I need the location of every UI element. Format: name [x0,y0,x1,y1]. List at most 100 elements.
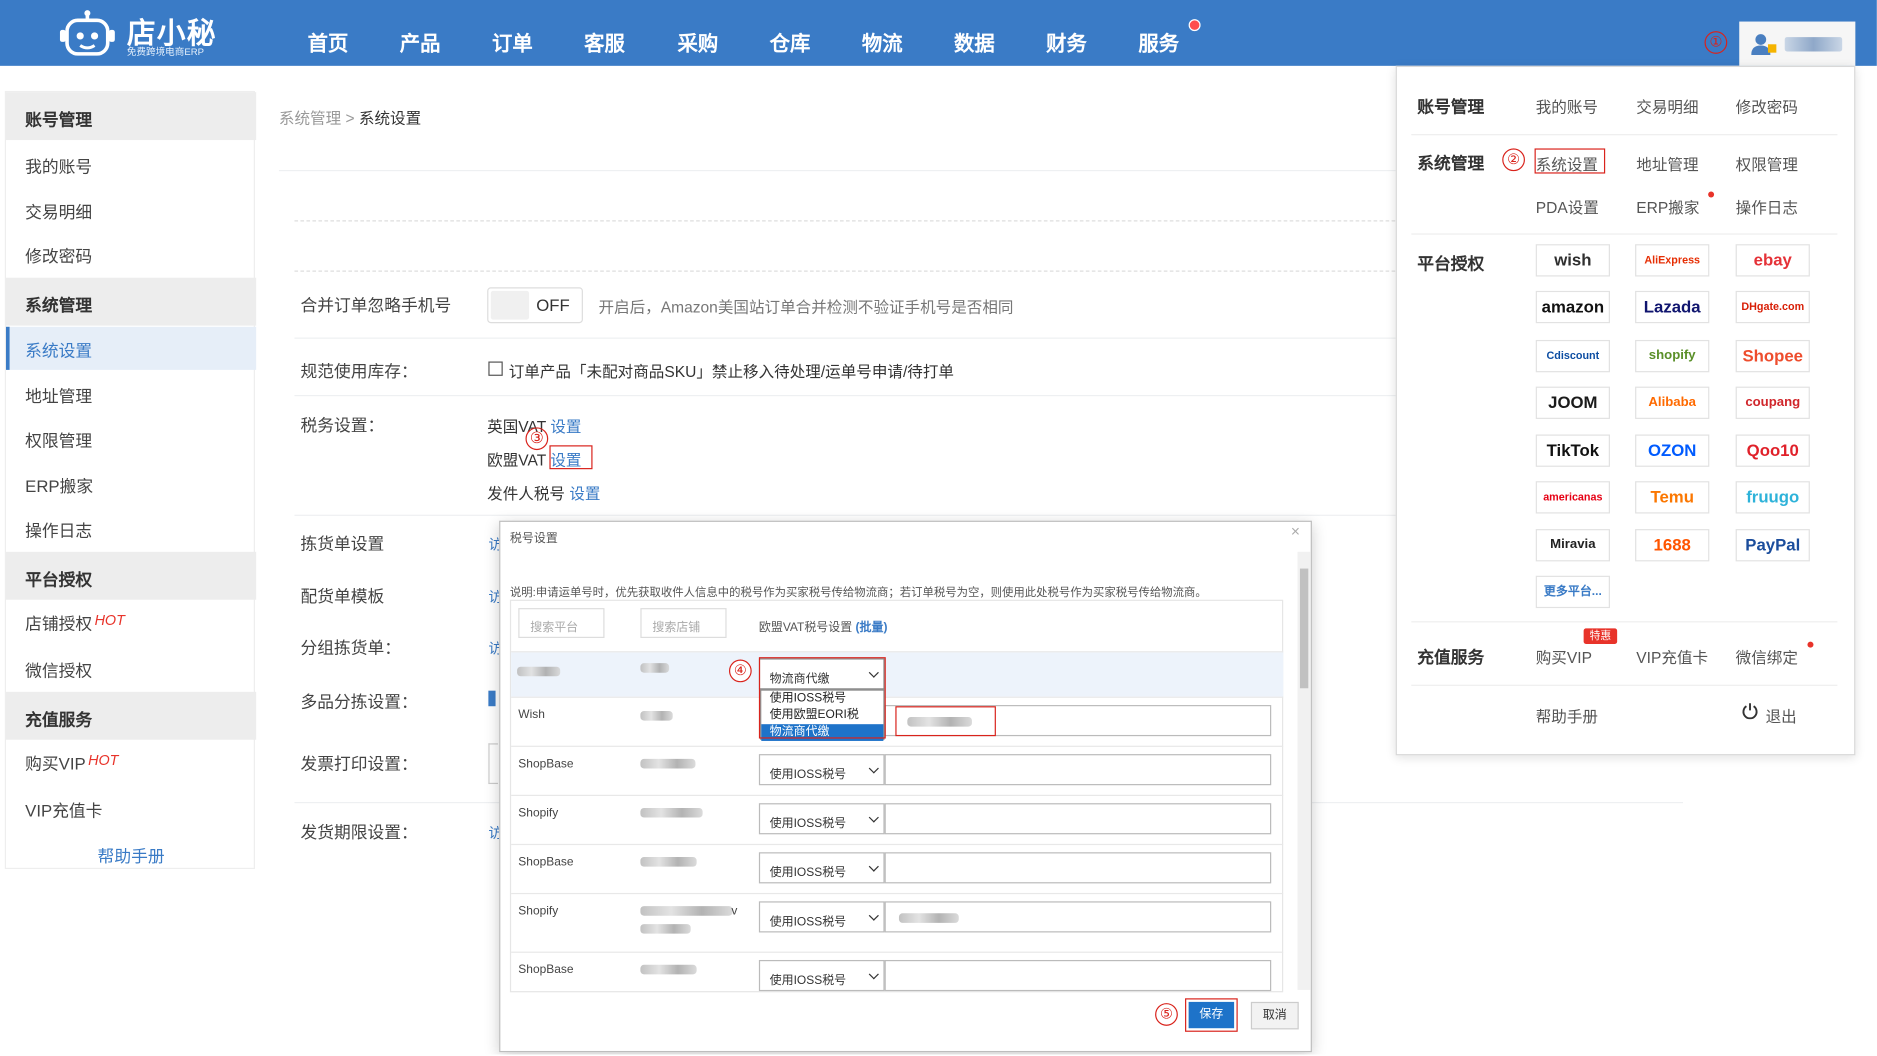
platform-dhgatecom-logo[interactable]: DHgate.com [1735,290,1810,324]
platform-tiktok-logo[interactable]: TikTok [1535,434,1610,467]
select-value: 使用IOSS税号 [769,915,847,929]
menu-erp-migration[interactable]: ERP搬家 [1636,195,1699,218]
platform-alibaba-logo[interactable]: Alibaba [1635,386,1710,419]
platform-fruugo-logo[interactable]: fruugo [1735,481,1810,514]
platform-paypal-logo[interactable]: PayPal [1735,529,1810,562]
redacted-store [640,857,697,867]
nav-data[interactable]: 数据 [954,26,995,56]
highlight-box [1534,148,1606,174]
platform-1688-logo[interactable]: 1688 [1635,529,1710,562]
sidebar-item-address[interactable]: 地址管理 [6,384,256,408]
sidebar-item-store-auth[interactable]: 店铺授权 HOT [6,612,256,636]
platform-temu-logo[interactable]: Temu [1635,481,1710,514]
more-platforms-link[interactable]: 更多平台... [1535,575,1610,609]
nav-purchasing[interactable]: 采购 [678,26,719,56]
stock-checkbox[interactable] [488,361,503,376]
menu-vip-card[interactable]: VIP充值卡 [1636,645,1708,668]
sender-tax-row: 发件人税号 设置 [487,481,600,504]
nav-customer-service[interactable]: 客服 [584,26,625,56]
platform-amazon-logo[interactable]: amazon [1535,290,1610,324]
redacted-store [640,924,691,934]
platform-lazada-logo[interactable]: Lazada [1635,290,1710,324]
user-menu-button[interactable] [1739,21,1856,66]
platform-coupang-logo[interactable]: coupang [1735,386,1810,419]
sender-tax-set-link[interactable]: 设置 [569,485,600,503]
uk-vat-set-link[interactable]: 设置 [550,418,581,436]
nav-services[interactable]: 服务 [1138,26,1179,56]
platform-qoo10-logo[interactable]: Qoo10 [1735,434,1810,467]
sidebar-item-change-password[interactable]: 修改密码 [6,244,256,268]
tax-number-input-row-4[interactable] [884,803,1272,835]
nav-products[interactable]: 产品 [400,26,441,56]
sidebar-item-system-settings[interactable]: 系统设置 [5,326,257,370]
cancel-button[interactable]: 取消 [1250,1001,1299,1030]
platform-ebay-logo[interactable]: ebay [1735,244,1810,277]
tax-number-input-row-5[interactable] [884,852,1272,884]
sidebar-item-my-account[interactable]: 我的账号 [6,154,256,178]
multi-sort-checkbox[interactable] [488,690,496,707]
chevron-down-icon [868,763,879,774]
platform-americanas-logo[interactable]: americanas [1535,481,1610,514]
sidebar-help-link[interactable]: 帮助手册 [6,844,256,868]
tax-mode-select-row-5[interactable]: 使用IOSS税号 [758,852,885,884]
platform-wish-logo[interactable]: wish [1535,244,1610,277]
platform-miravia-logo[interactable]: Miravia [1535,529,1610,562]
menu-my-account[interactable]: 我的账号 [1536,95,1598,118]
modal-note: 说明:申请运单号时，优先获取收件人信息中的税号作为买家税号传给物流商；若订单税号… [509,586,1207,600]
tax-mode-select-row-6[interactable]: 使用IOSS税号 [758,901,885,933]
logo[interactable]: 店小秘 免费跨境电商ERP [57,2,219,59]
column-title: 欧盟VAT税号设置 [758,621,853,635]
invoice-select[interactable] [488,743,498,785]
eu-vat-label: 欧盟VAT [487,451,546,470]
merge-orders-toggle[interactable]: OFF [487,287,583,324]
search-store-input[interactable]: 搜索店铺 [640,608,727,639]
menu-transactions[interactable]: 交易明细 [1636,95,1698,118]
menu-buy-vip[interactable]: 购买VIP [1536,645,1592,668]
platform-aliexpress-logo[interactable]: AliExpress [1635,244,1710,277]
scrollbar-thumb[interactable] [1299,568,1309,689]
platform-shopify-logo[interactable]: shopify [1635,339,1710,373]
sidebar-item-buy-vip[interactable]: 购买VIP HOT [6,752,256,776]
tax-mode-select-row-4[interactable]: 使用IOSS税号 [758,803,885,835]
nav-finance[interactable]: 财务 [1046,26,1087,56]
sidebar-item-operation-log[interactable]: 操作日志 [6,518,256,542]
sidebar-item-label: 购买VIP [25,754,86,774]
modal-scrollbar[interactable] [1297,551,1311,990]
sidebar-item-vip-card[interactable]: VIP充值卡 [6,798,256,822]
menu-operation-log[interactable]: 操作日志 [1736,195,1798,218]
platform-cdiscount-logo[interactable]: Cdiscount [1535,339,1610,373]
breadcrumb: 系统管理 > 系统设置 [279,105,421,128]
menu-logout[interactable]: 退出 [1766,704,1797,727]
search-platform-input[interactable]: 搜索平台 [518,608,605,639]
nav-logistics[interactable]: 物流 [862,26,903,56]
notification-dot [1807,641,1814,648]
tax-mode-select-row-7[interactable]: 使用IOSS税号 [758,959,885,992]
nav-orders[interactable]: 订单 [492,26,533,56]
menu-address[interactable]: 地址管理 [1636,152,1698,175]
breadcrumb-parent[interactable]: 系统管理 [279,109,341,127]
menu-permissions[interactable]: 权限管理 [1736,152,1798,175]
nav-warehouse[interactable]: 仓库 [770,26,811,56]
sidebar-item-wechat-auth[interactable]: 微信授权 [6,658,256,682]
platform-ozon-logo[interactable]: OZON [1635,434,1710,467]
platform-joom-logo[interactable]: JOOM [1535,386,1610,419]
menu-pda-settings[interactable]: PDA设置 [1536,195,1599,218]
platform-shopee-logo[interactable]: Shopee [1735,339,1810,373]
nav-home[interactable]: 首页 [308,26,349,56]
menu-wechat-bind[interactable]: 微信绑定 [1736,645,1798,668]
sidebar-item-permissions[interactable]: 权限管理 [6,429,256,453]
sidebar-item-erp-migration[interactable]: ERP搬家 [6,474,256,498]
menu-help[interactable]: 帮助手册 [1536,704,1598,727]
sidebar-item-transactions[interactable]: 交易明细 [6,200,256,224]
tax-number-input-row-7[interactable] [884,959,1272,992]
sender-tax-label: 发件人税号 [487,484,566,503]
tax-mode-select-row-3[interactable]: 使用IOSS税号 [758,754,885,786]
divider [511,696,1284,698]
store-name-suffix: v [731,904,738,919]
tax-number-input-row-3[interactable] [884,754,1272,786]
ship-deadline-label: 发货期限设置： [300,822,418,842]
batch-link[interactable]: (批量) [856,621,888,634]
highlight-box [758,657,886,739]
close-icon[interactable]: × [1291,522,1300,540]
menu-change-password[interactable]: 修改密码 [1736,95,1798,118]
